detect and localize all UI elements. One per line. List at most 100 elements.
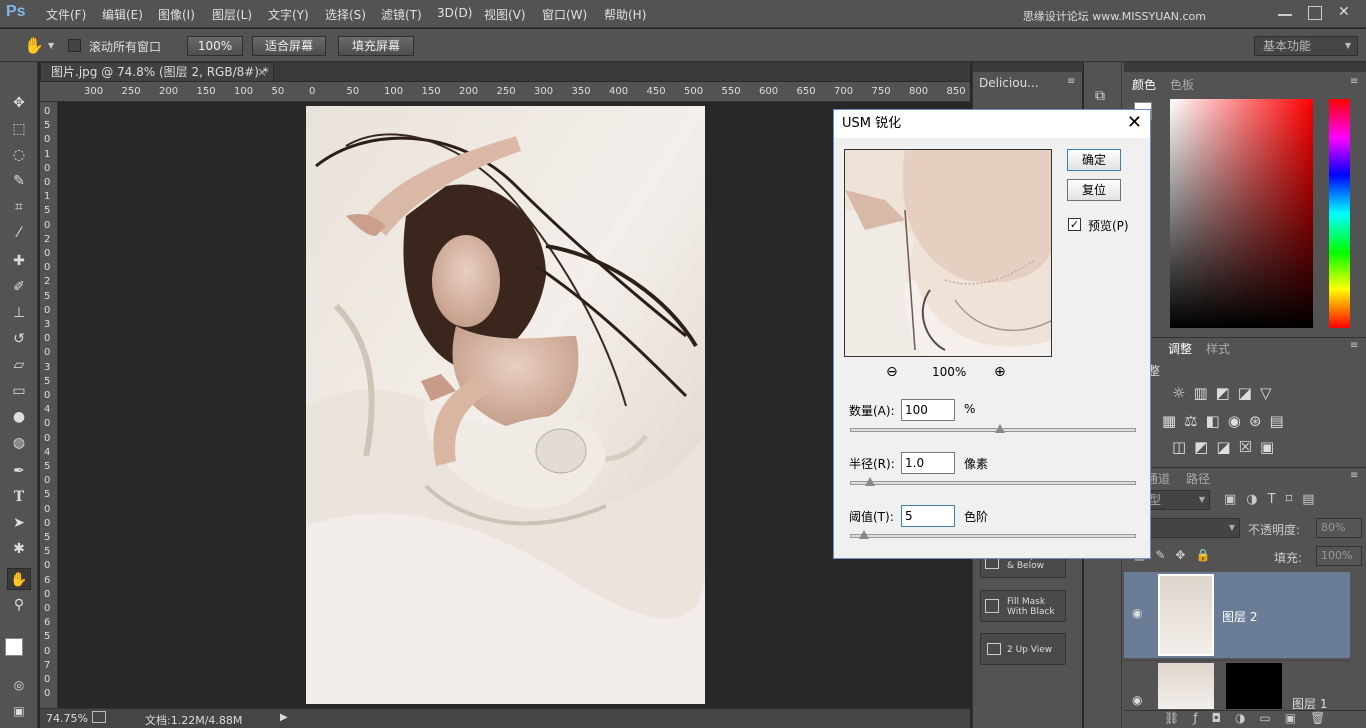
hue-slider[interactable]	[1329, 99, 1350, 328]
zoom-in-icon[interactable]: ⊕	[994, 364, 1006, 380]
brush-tool-icon[interactable]: ✐	[7, 276, 31, 298]
fill-mask-black-button[interactable]: Fill Mask With Black	[980, 590, 1066, 622]
color-field[interactable]	[1170, 99, 1313, 328]
threshold-slider-thumb[interactable]	[859, 530, 870, 539]
tab-color[interactable]: 颜色	[1132, 76, 1156, 93]
eyedropper-tool-icon[interactable]: ⁄	[7, 222, 31, 244]
adjust-row-1-icons[interactable]: ☼▥◩◪▽	[1172, 384, 1280, 402]
fit-screen-button[interactable]: 适合屏幕	[252, 36, 326, 56]
path-select-tool-icon[interactable]: ➤	[7, 512, 31, 534]
actions-panel-title[interactable]: Deliciou...	[979, 76, 1039, 90]
ok-button[interactable]: 确定	[1067, 149, 1121, 171]
type-tool-icon[interactable]: T	[7, 486, 31, 508]
pen-tool-icon[interactable]: ✒	[7, 460, 31, 482]
chevron-right-icon[interactable]: ▶	[280, 712, 288, 723]
threshold-input[interactable]: 5	[901, 505, 955, 527]
panel-menu-icon[interactable]: ≡	[1350, 76, 1358, 87]
reset-button[interactable]: 复位	[1067, 179, 1121, 201]
minimize-icon[interactable]	[1278, 14, 1292, 16]
quick-mask-icon[interactable]: ◎	[7, 674, 31, 696]
zoom-out-icon[interactable]: ⊖	[886, 364, 898, 380]
menu-edit[interactable]: 编辑(E)	[102, 6, 143, 23]
ruler-tick-label: 1	[44, 191, 51, 203]
menu-window[interactable]: 窗口(W)	[542, 6, 587, 23]
zoom-100-button[interactable]: 100%	[187, 36, 243, 56]
menu-select[interactable]: 选择(S)	[325, 6, 366, 23]
adjust-row-2-icons[interactable]: ▦⚖◧◉⊛▤	[1162, 412, 1292, 430]
share-icon[interactable]	[92, 711, 106, 723]
quick-select-tool-icon[interactable]: ✎	[7, 170, 31, 192]
tab-paths[interactable]: 路径	[1186, 470, 1210, 487]
adjust-row-3-icons[interactable]: ◫◩◪☒▣	[1172, 438, 1282, 456]
eye-icon[interactable]: ◉	[1132, 606, 1142, 620]
layer-row[interactable]: ◉ 图层 1	[1124, 660, 1350, 711]
close-icon[interactable]: ✕	[1338, 5, 1352, 20]
menu-file[interactable]: 文件(F)	[46, 6, 86, 23]
move-tool-icon[interactable]: ✥	[7, 92, 31, 114]
panel-menu-icon[interactable]: ≡	[1350, 470, 1358, 481]
amount-slider[interactable]	[850, 424, 1136, 433]
stamp-tool-icon[interactable]: ⊥	[7, 302, 31, 324]
lasso-tool-icon[interactable]: ◌	[7, 144, 31, 166]
layer-row[interactable]: ◉ 图层 2	[1124, 572, 1350, 658]
two-up-view-button[interactable]: 2 Up View	[980, 633, 1066, 665]
menu-filter[interactable]: 滤镜(T)	[381, 6, 422, 23]
scroll-all-checkbox[interactable]	[68, 39, 81, 52]
chevron-down-icon[interactable]: ▼	[48, 41, 54, 50]
close-icon[interactable]: ✕	[1127, 114, 1142, 132]
document-image[interactable]	[306, 106, 705, 704]
screen-mode-icon[interactable]: ▣	[7, 700, 31, 722]
preview-window[interactable]	[844, 149, 1052, 357]
hand-tool-icon[interactable]: ✋	[24, 36, 44, 55]
panel-menu-icon[interactable]: ≡	[1350, 340, 1358, 351]
dodge-tool-icon[interactable]: ◍	[7, 432, 31, 454]
close-icon[interactable]: ×	[257, 63, 267, 81]
fill-screen-button[interactable]: 填充屏幕	[338, 36, 414, 56]
opacity-input[interactable]: 80%	[1316, 518, 1362, 538]
menu-layer[interactable]: 图层(L)	[212, 6, 252, 23]
zoom-tool-icon[interactable]: ⚲	[7, 594, 31, 616]
tab-adjustments[interactable]: 调整	[1168, 340, 1192, 357]
radius-slider[interactable]	[850, 477, 1136, 486]
eye-icon[interactable]: ◉	[1132, 693, 1142, 707]
menu-help[interactable]: 帮助(H)	[604, 6, 646, 23]
ruler-tick-label: 700	[834, 86, 854, 97]
crop-tool-icon[interactable]: ⌗	[7, 196, 31, 218]
foreground-color-swatch[interactable]	[5, 638, 23, 656]
layers-footer-icons[interactable]: ⛓ƒ◘◑▭▣🗑	[1124, 710, 1366, 728]
fill-input[interactable]: 100%	[1316, 546, 1362, 566]
eraser-tool-icon[interactable]: ▱	[7, 354, 31, 376]
amount-slider-thumb[interactable]	[994, 424, 1005, 433]
zoom-level[interactable]: 74.75%	[46, 712, 88, 725]
amount-label: 数量(A):	[849, 404, 895, 418]
preview-checkbox[interactable]: ✓	[1068, 218, 1081, 231]
ruler-tick-label: 0	[44, 418, 51, 430]
tab-swatches[interactable]: 色板	[1170, 76, 1194, 93]
gradient-tool-icon[interactable]: ▭	[7, 380, 31, 402]
document-tab[interactable]: 图片.jpg @ 74.8% (图层 2, RGB/8#) * ×	[40, 62, 274, 82]
ruler-tick-label: 1	[44, 148, 51, 160]
history-brush-tool-icon[interactable]: ↺	[7, 328, 31, 350]
hand-tool-icon[interactable]: ✋	[7, 568, 31, 590]
marquee-tool-icon[interactable]: ⬚	[7, 118, 31, 140]
workspace-select[interactable]: 基本功能 ▼	[1254, 36, 1358, 56]
layer-name[interactable]: 图层 2	[1222, 608, 1257, 625]
panel-menu-icon[interactable]: ≡	[1067, 76, 1075, 87]
maximize-icon[interactable]	[1308, 6, 1322, 20]
ruler-tick-label: 0	[44, 674, 51, 685]
mask-icon	[985, 599, 999, 613]
layer-filter-icons[interactable]: ▣◑T⌑▤	[1224, 492, 1325, 507]
radius-input[interactable]: 1.0	[901, 452, 955, 474]
shape-tool-icon[interactable]: ✱	[7, 538, 31, 560]
menu-image[interactable]: 图像(I)	[158, 6, 195, 23]
menu-3d[interactable]: 3D(D)	[437, 6, 472, 20]
menu-view[interactable]: 视图(V)	[484, 6, 526, 23]
menu-type[interactable]: 文字(Y)	[268, 6, 309, 23]
history-icon[interactable]: ⧉	[1095, 88, 1105, 104]
amount-input[interactable]: 100	[901, 399, 955, 421]
healing-tool-icon[interactable]: ✚	[7, 250, 31, 272]
tab-styles[interactable]: 样式	[1206, 340, 1230, 357]
blur-tool-icon[interactable]: ●	[7, 406, 31, 428]
radius-slider-thumb[interactable]	[864, 477, 875, 486]
threshold-slider[interactable]	[850, 530, 1136, 539]
